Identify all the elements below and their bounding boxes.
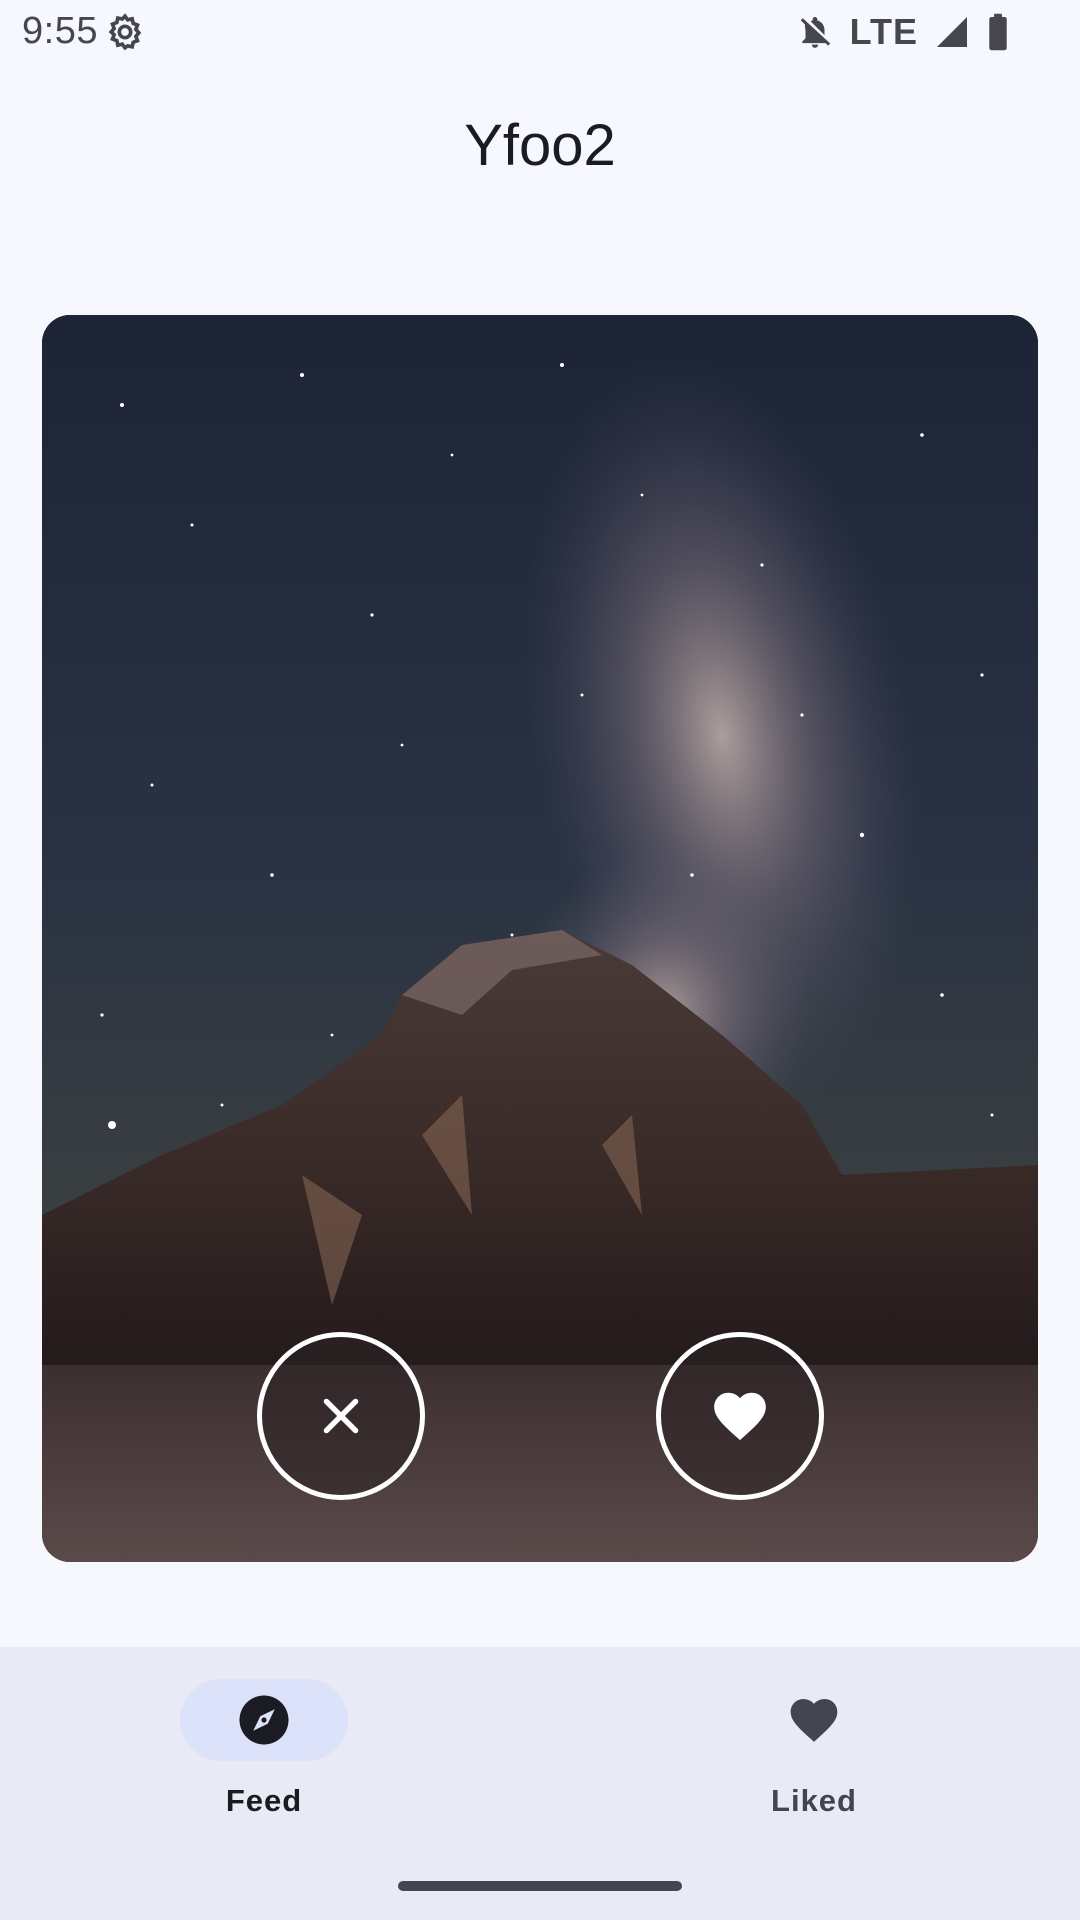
compass-icon [239, 1695, 289, 1745]
close-icon [323, 1398, 359, 1434]
battery-icon [989, 13, 1007, 51]
like-button[interactable] [656, 1332, 824, 1500]
network-type: LTE [849, 11, 918, 52]
milky-way-mountain-photo [42, 315, 1038, 1562]
settings-gear-icon [108, 13, 142, 51]
nav-label-liked: Liked [771, 1783, 857, 1818]
nav-item-liked[interactable]: Liked [664, 1679, 964, 1829]
app-screen: 9:55 LTE Yfoo2 Feed Liked [0, 0, 1080, 1920]
status-time: 9:55 [22, 10, 98, 52]
status-icons: LTE [796, 10, 1010, 54]
dislike-button[interactable] [257, 1332, 425, 1500]
page-title: Yfoo2 [464, 113, 616, 178]
photo-card[interactable] [42, 315, 1038, 1562]
heart-icon [714, 1392, 766, 1441]
signal-icon [937, 17, 967, 47]
heart-icon [790, 1699, 838, 1742]
status-bar: 9:55 LTE [0, 0, 1080, 64]
notifications-off-icon [800, 16, 830, 48]
home-gesture-bar[interactable] [398, 1881, 682, 1891]
bottom-navigation: Feed Liked [0, 1647, 1080, 1920]
nav-item-feed[interactable]: Feed [114, 1679, 414, 1829]
nav-label-feed: Feed [225, 1783, 303, 1818]
